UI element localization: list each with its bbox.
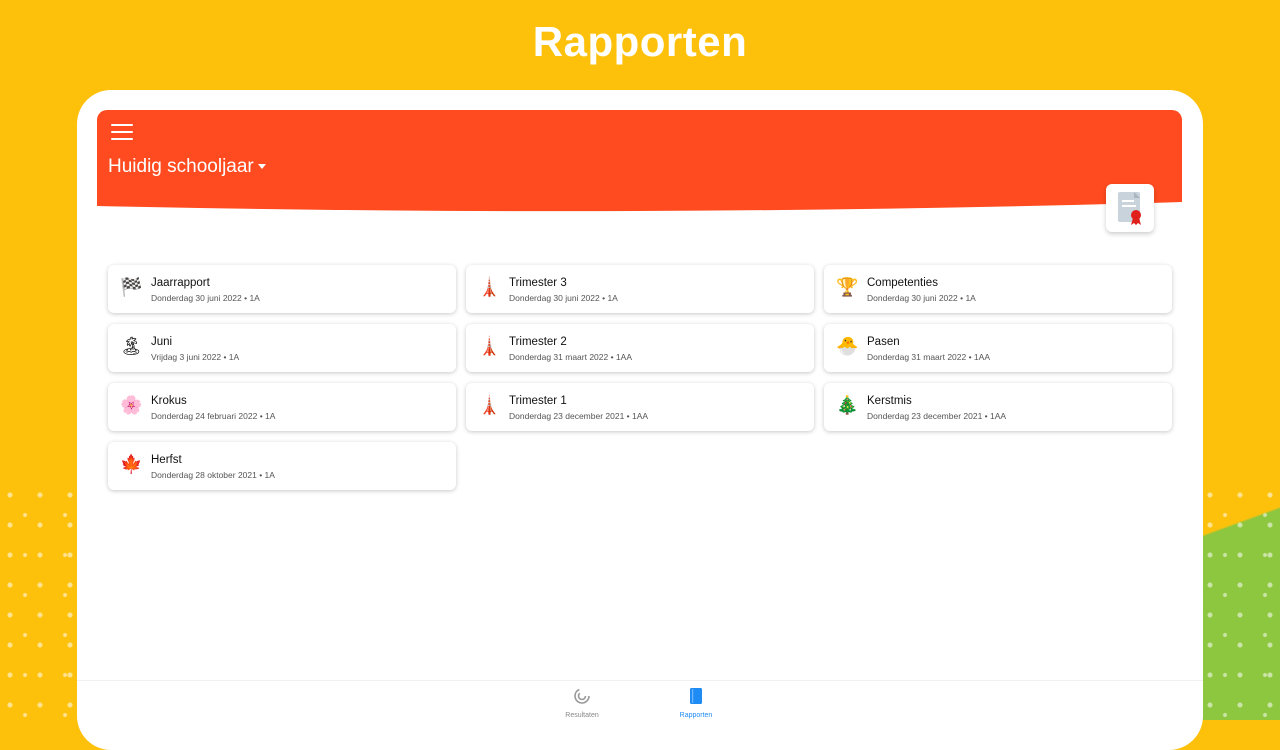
school-year-label: Huidig schooljaar bbox=[108, 156, 254, 177]
report-title: Juni bbox=[151, 336, 173, 348]
report-card-juni[interactable]: 🏝 Juni Vrijdag 3 juni 2022 • 1A bbox=[108, 324, 456, 372]
nav-label: Rapporten bbox=[679, 712, 713, 719]
lighthouse-icon: 🗼 bbox=[478, 395, 501, 416]
island-icon: 🏝 bbox=[120, 336, 143, 357]
report-card-trimester-1[interactable]: 🗼 Trimester 1 Donderdag 23 december 2021… bbox=[466, 383, 814, 431]
lighthouse-icon: 🗼 bbox=[478, 277, 501, 298]
report-title: Jaarrapport bbox=[151, 277, 210, 289]
report-title: Trimester 2 bbox=[509, 336, 567, 348]
menu-icon[interactable] bbox=[111, 124, 133, 140]
maple-leaf-icon: 🍁 bbox=[120, 454, 143, 475]
cherry-blossom-icon: 🌸 bbox=[120, 395, 143, 416]
bottom-navigation: Resultaten Rapporten bbox=[77, 680, 1203, 721]
certificate-icon bbox=[1106, 184, 1154, 232]
app-header: Huidig schooljaar bbox=[97, 110, 1182, 216]
nav-rapporten[interactable]: Rapporten bbox=[661, 687, 731, 719]
report-card-jaarrapport[interactable]: 🏁 Jaarrapport Donderdag 30 juni 2022 • 1… bbox=[108, 265, 456, 313]
report-list: 🏁 Jaarrapport Donderdag 30 juni 2022 • 1… bbox=[108, 265, 1172, 490]
background-pattern-right bbox=[1200, 485, 1280, 725]
report-title: Pasen bbox=[867, 336, 900, 348]
page-title: Rapporten bbox=[532, 18, 748, 65]
school-year-dropdown[interactable]: Huidig schooljaar bbox=[108, 156, 266, 178]
book-icon bbox=[690, 688, 702, 704]
report-date: Donderdag 30 juni 2022 • 1A bbox=[867, 293, 976, 303]
report-date: Vrijdag 3 juni 2022 • 1A bbox=[151, 352, 240, 362]
nav-label: Resultaten bbox=[565, 712, 599, 719]
report-date: Donderdag 24 februari 2022 • 1A bbox=[151, 411, 276, 421]
results-icon bbox=[574, 688, 590, 704]
report-card-trimester-3[interactable]: 🗼 Trimester 3 Donderdag 30 juni 2022 • 1… bbox=[466, 265, 814, 313]
report-date: Donderdag 30 juni 2022 • 1A bbox=[151, 293, 260, 303]
report-title: Trimester 1 bbox=[509, 395, 567, 407]
report-title: Trimester 3 bbox=[509, 277, 567, 289]
report-card-pasen[interactable]: 🐣 Pasen Donderdag 31 maart 2022 • 1AA bbox=[824, 324, 1172, 372]
report-date: Donderdag 23 december 2021 • 1AA bbox=[509, 411, 649, 421]
lighthouse-icon: 🗼 bbox=[478, 336, 501, 357]
caret-down-icon bbox=[258, 164, 266, 169]
background-pattern-left bbox=[0, 485, 80, 725]
report-card-trimester-2[interactable]: 🗼 Trimester 2 Donderdag 31 maart 2022 • … bbox=[466, 324, 814, 372]
nav-resultaten[interactable]: Resultaten bbox=[547, 687, 617, 719]
report-title: Krokus bbox=[151, 395, 187, 407]
report-date: Donderdag 23 december 2021 • 1AA bbox=[867, 411, 1007, 421]
report-date: Donderdag 30 juni 2022 • 1A bbox=[509, 293, 618, 303]
report-card-herfst[interactable]: 🍁 Herfst Donderdag 28 oktober 2021 • 1A bbox=[108, 442, 456, 490]
checkered-flag-icon: 🏁 bbox=[120, 277, 143, 298]
christmas-tree-icon: 🎄 bbox=[836, 395, 859, 416]
report-card-competenties[interactable]: 🏆 Competenties Donderdag 30 juni 2022 • … bbox=[824, 265, 1172, 313]
report-date: Donderdag 31 maart 2022 • 1AA bbox=[867, 352, 991, 362]
report-title: Competenties bbox=[867, 277, 938, 289]
trophy-icon: 🏆 bbox=[836, 277, 859, 298]
report-title: Kerstmis bbox=[867, 395, 912, 407]
report-date: Donderdag 31 maart 2022 • 1AA bbox=[509, 352, 633, 362]
tablet-screen: Huidig schooljaar 🏁 Jaarrapport Donderda… bbox=[77, 90, 1203, 750]
report-card-kerstmis[interactable]: 🎄 Kerstmis Donderdag 23 december 2021 • … bbox=[824, 383, 1172, 431]
report-card-krokus[interactable]: 🌸 Krokus Donderdag 24 februari 2022 • 1A bbox=[108, 383, 456, 431]
report-date: Donderdag 28 oktober 2021 • 1A bbox=[151, 470, 275, 480]
report-title: Herfst bbox=[151, 454, 182, 466]
chick-icon: 🐣 bbox=[836, 336, 859, 357]
